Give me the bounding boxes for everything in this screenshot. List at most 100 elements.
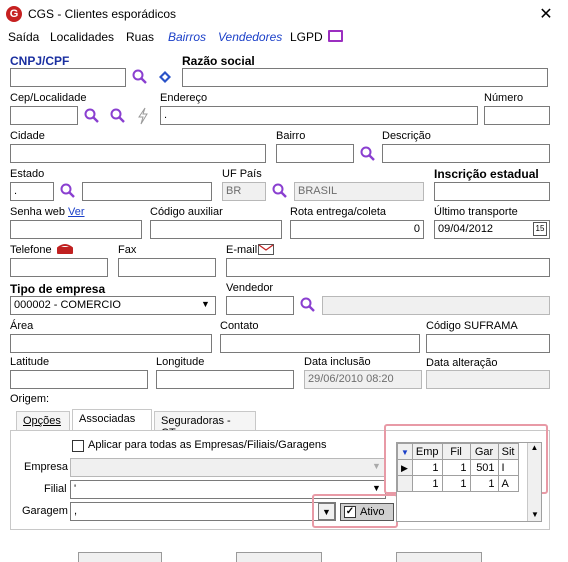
endereco-field[interactable]: . (160, 106, 478, 125)
cell-gar[interactable]: 501 (469, 459, 499, 476)
contato-label: Contato (220, 320, 259, 332)
uf-pais-field: BR (222, 182, 266, 201)
descricao-label: Descrição (382, 130, 431, 142)
table-row[interactable]: ▶ 1 1 501 I (397, 459, 519, 476)
tab-associadas[interactable]: Associadas (72, 409, 152, 431)
garagem-select[interactable]: , (70, 502, 336, 521)
menu-bairros[interactable]: Bairros (168, 30, 206, 44)
estado-field[interactable]: . (10, 182, 54, 201)
bottom-button-3[interactable] (396, 552, 482, 562)
ativo-check-icon[interactable]: ✓ (344, 506, 356, 518)
menu-ruas[interactable]: Ruas (126, 30, 154, 44)
aplicar-checkbox[interactable] (72, 440, 84, 452)
search-vendedor-icon[interactable] (300, 297, 316, 313)
rota-field[interactable]: 0 (290, 220, 424, 239)
endereco-label: Endereço (160, 92, 208, 104)
cell-sit[interactable]: I (497, 459, 519, 476)
grid-scrollbar[interactable]: ▲ ▼ (527, 443, 541, 521)
numero-field[interactable] (484, 106, 550, 125)
cep-label: Cep/Localidade (10, 92, 87, 104)
grid-header-sit[interactable]: Sit (497, 443, 519, 460)
latitude-label: Latitude (10, 356, 50, 368)
senha-ver-link[interactable]: Ver (68, 206, 85, 218)
ultimo-transporte-label: Último transporte (434, 206, 518, 218)
associadas-grid: ▼ Emp Fil Gar Sit ▶ 1 1 501 I 1 1 1 A ▲ … (396, 442, 542, 522)
inscricao-field[interactable] (434, 182, 550, 201)
suframa-field[interactable] (426, 334, 550, 353)
bairro-label: Bairro (276, 130, 306, 142)
fax-field[interactable] (118, 258, 216, 277)
data-alteracao-field (426, 370, 550, 389)
bairro-field[interactable] (276, 144, 354, 163)
chevron-down-icon[interactable]: ▼ (201, 299, 210, 309)
suframa-label: Código SUFRAMA (426, 320, 518, 332)
tab-opcoes[interactable]: Opções (16, 411, 70, 431)
data-inclusao-label: Data inclusão (304, 356, 371, 368)
cell-emp[interactable]: 1 (411, 459, 443, 476)
empresa-chevron-icon: ▼ (372, 461, 381, 471)
estado-nome-field[interactable] (82, 182, 212, 201)
close-icon[interactable]: ✕ (536, 4, 556, 24)
verify-icon[interactable] (156, 68, 174, 86)
search-bairro-icon[interactable] (360, 146, 376, 162)
cep-field[interactable] (10, 106, 78, 125)
bottom-button-1[interactable] (78, 552, 162, 562)
email-field[interactable] (226, 258, 550, 277)
scroll-up-icon[interactable]: ▲ (528, 443, 541, 452)
lightning-icon[interactable] (136, 107, 150, 125)
tab-seguradoras[interactable]: Seguradoras - CTe (154, 411, 256, 439)
cell-fil[interactable]: 1 (441, 475, 471, 492)
menu-localidades[interactable]: Localidades (50, 30, 114, 44)
senha-field[interactable] (10, 220, 142, 239)
bottom-button-2[interactable] (236, 552, 322, 562)
cidade-label: Cidade (10, 130, 45, 142)
area-label: Área (10, 320, 34, 332)
razao-field[interactable] (182, 68, 548, 87)
grid-sort-icon[interactable]: ▼ (401, 448, 409, 457)
menu-lgpd[interactable]: LGPD (290, 30, 323, 44)
phone-icon (57, 244, 73, 254)
email-icon (258, 244, 274, 255)
vendedor-field[interactable] (226, 296, 294, 315)
cidade-field[interactable] (10, 144, 266, 163)
cell-fil[interactable]: 1 (441, 459, 471, 476)
monitor-icon[interactable] (328, 30, 343, 42)
search-pais-icon[interactable] (272, 183, 288, 199)
longitude-field[interactable] (156, 370, 294, 389)
calendar-icon[interactable]: 15 (533, 222, 547, 236)
search-localidade-icon[interactable] (110, 108, 126, 124)
area-field[interactable] (10, 334, 212, 353)
app-logo-icon: G (6, 6, 22, 22)
cell-emp[interactable]: 1 (411, 475, 443, 492)
cell-sit[interactable]: A (497, 475, 519, 492)
menu-saida[interactable]: Saída (8, 30, 39, 44)
descricao-field[interactable] (382, 144, 550, 163)
grid-header-gar[interactable]: Gar (469, 443, 499, 460)
codigo-aux-field[interactable] (150, 220, 282, 239)
telefone-field[interactable] (10, 258, 108, 277)
contato-field[interactable] (220, 334, 420, 353)
grid-header-fil[interactable]: Fil (441, 443, 471, 460)
search-estado-icon[interactable] (60, 183, 76, 199)
scroll-down-icon[interactable]: ▼ (528, 510, 542, 519)
vendedor-nome-field (322, 296, 550, 315)
search-cep-icon[interactable] (84, 108, 100, 124)
email-label: E-mail (226, 244, 258, 256)
cell-gar[interactable]: 1 (469, 475, 499, 492)
row-pointer-icon: ▶ (401, 462, 408, 473)
aplicar-label: Aplicar para todas as Empresas/Filiais/G… (88, 439, 327, 451)
filial-chevron-icon[interactable]: ▼ (372, 483, 381, 493)
telefone-label: Telefone (10, 244, 52, 256)
cnpj-field[interactable] (10, 68, 126, 87)
grid-header-emp[interactable]: Emp (411, 443, 443, 460)
estado-label: Estado (10, 168, 45, 180)
longitude-label: Longitude (156, 356, 205, 368)
menu-vendedores[interactable]: Vendedores (218, 30, 282, 44)
table-row[interactable]: 1 1 1 A (397, 475, 519, 492)
tipo-empresa-select[interactable]: 000002 - COMERCIO (10, 296, 216, 315)
cnpj-label: CNPJ/CPF (10, 54, 70, 68)
vendedor-label: Vendedor (226, 282, 274, 294)
latitude-field[interactable] (10, 370, 148, 389)
data-alteracao-label: Data alteração (426, 357, 498, 369)
search-icon[interactable] (132, 69, 148, 85)
